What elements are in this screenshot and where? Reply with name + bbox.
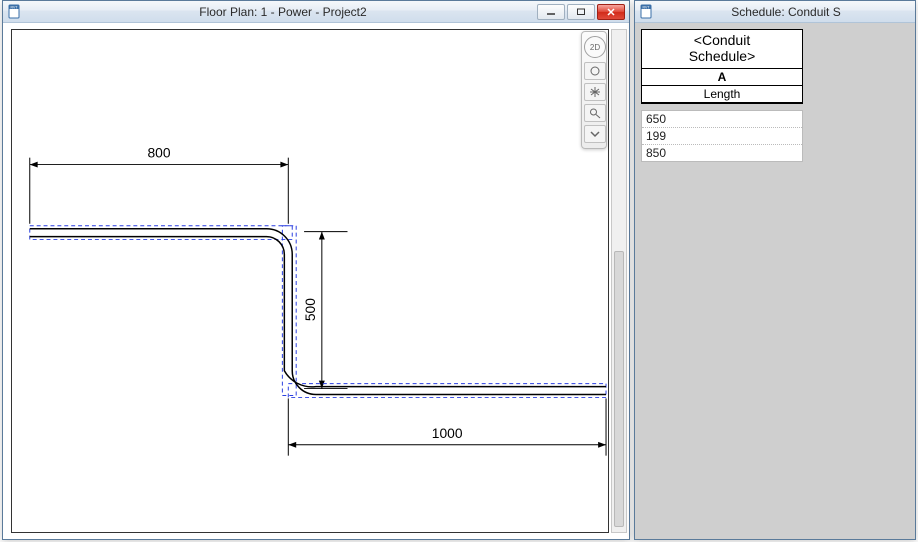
schedule-title: Schedule: Conduit S: [661, 5, 911, 19]
dim-bottom-text: 1000: [432, 425, 463, 441]
svg-text:RVT: RVT: [643, 5, 651, 9]
schedule-row[interactable]: 650: [642, 111, 802, 128]
schedule-row[interactable]: 850: [642, 145, 802, 161]
schedule-row[interactable]: 199: [642, 128, 802, 145]
canvas-vertical-scrollbar[interactable]: [611, 29, 627, 533]
schedule-header-table: <Conduit Schedule> A Length: [641, 29, 803, 104]
dim-top-text: 800: [148, 145, 171, 161]
dim-bottom: 1000: [288, 398, 606, 455]
close-button[interactable]: [597, 4, 625, 20]
schedule-column-header[interactable]: Length: [642, 86, 802, 103]
maximize-button[interactable]: [567, 4, 595, 20]
svg-text:RVT: RVT: [11, 5, 19, 9]
conduit-drawing: 800 500 1000: [12, 30, 608, 532]
floorplan-canvas[interactable]: 800 500 1000: [11, 29, 609, 533]
viewcube-2d-icon[interactable]: 2D: [584, 36, 606, 58]
steering-wheel-icon[interactable]: [584, 62, 606, 80]
revit-doc-icon: RVT: [7, 4, 23, 20]
floorplan-window: RVT Floor Plan: 1 - Power - Project2: [2, 0, 630, 540]
schedule-body: <Conduit Schedule> A Length 650 199 850: [635, 23, 915, 539]
zoom-icon[interactable]: [584, 104, 606, 122]
schedule-table-title: <Conduit Schedule>: [642, 30, 802, 69]
nav-chevron-down-icon[interactable]: [584, 125, 606, 143]
window-controls: [537, 4, 625, 20]
floorplan-titlebar[interactable]: RVT Floor Plan: 1 - Power - Project2: [3, 1, 629, 23]
schedule-column-letter[interactable]: A: [642, 69, 802, 86]
schedule-data-rows: 650 199 850: [641, 110, 803, 162]
dim-middle: 500: [302, 232, 348, 389]
viewcube-label: 2D: [590, 43, 600, 52]
schedule-titlebar[interactable]: RVT Schedule: Conduit S: [635, 1, 915, 23]
revit-doc-icon: RVT: [639, 4, 655, 20]
minimize-button[interactable]: [537, 4, 565, 20]
scrollbar-thumb[interactable]: [614, 251, 624, 527]
schedule-window: RVT Schedule: Conduit S <Conduit Schedul…: [634, 0, 916, 540]
dim-middle-text: 500: [302, 298, 318, 321]
floorplan-title: Floor Plan: 1 - Power - Project2: [29, 5, 537, 19]
floorplan-canvas-area: 800 500 1000: [3, 23, 629, 539]
dim-top: 800: [30, 145, 289, 224]
pan-icon[interactable]: [584, 83, 606, 101]
navigation-bar: 2D: [581, 31, 607, 149]
